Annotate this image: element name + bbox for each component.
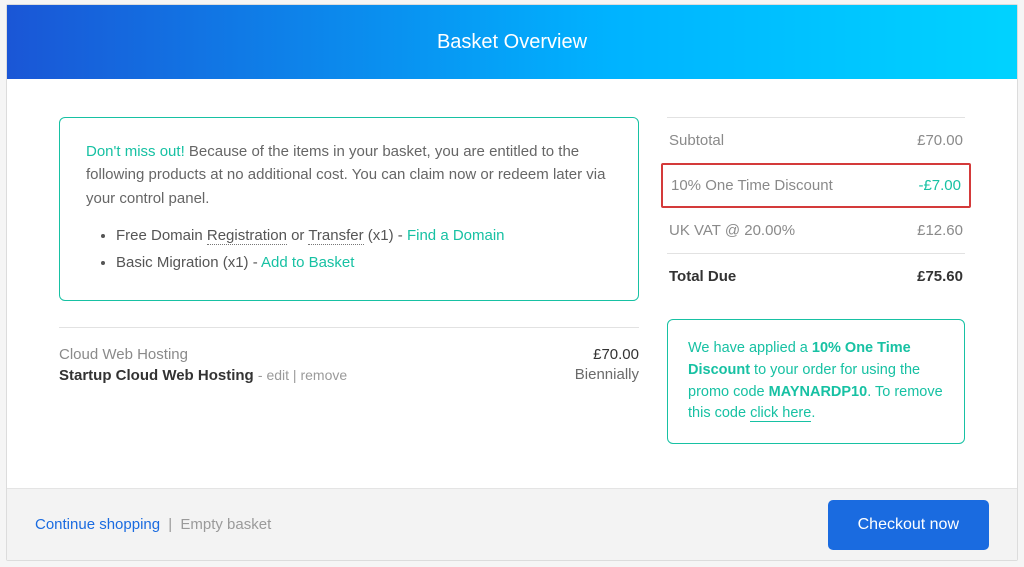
offer-item-domain: Free Domain Registration or Transfer (x1… xyxy=(116,224,612,247)
summary-value: £12.60 xyxy=(917,222,963,239)
offer-lead: Don't miss out! xyxy=(86,143,185,160)
summary-label: UK VAT @ 20.00% xyxy=(669,222,795,239)
basket-category: Cloud Web Hosting xyxy=(59,346,347,363)
summary-label: Total Due xyxy=(669,268,736,285)
entitlement-offer-box: Don't miss out! Because of the items in … xyxy=(59,117,639,301)
page-header: Basket Overview xyxy=(7,5,1017,79)
summary-discount-row: 10% One Time Discount -£7.00 xyxy=(661,163,971,208)
summary-subtotal-row: Subtotal £70.00 xyxy=(667,118,965,164)
promo-applied-box: We have applied a 10% One Time Discount … xyxy=(667,319,965,444)
summary-label: Subtotal xyxy=(669,132,724,149)
offer-list: Free Domain Registration or Transfer (x1… xyxy=(116,224,612,275)
remove-promo-link[interactable]: click here xyxy=(750,405,811,422)
promo-code: MAYNARDP10 xyxy=(769,384,868,400)
summary-value: £70.00 xyxy=(917,132,963,149)
order-summary: Subtotal £70.00 10% One Time Discount -£… xyxy=(667,117,965,299)
basket-item-price: £70.00 xyxy=(575,346,639,363)
registration-link[interactable]: Registration xyxy=(207,227,287,245)
summary-total-row: Total Due £75.60 xyxy=(667,254,965,299)
basket-product-name: Startup Cloud Web Hosting xyxy=(59,367,254,384)
summary-label: 10% One Time Discount xyxy=(671,177,833,194)
basket-item-row: Cloud Web Hosting Startup Cloud Web Host… xyxy=(59,327,639,384)
edit-item-link[interactable]: edit xyxy=(266,367,289,383)
transfer-link[interactable]: Transfer xyxy=(308,227,363,245)
summary-value: -£7.00 xyxy=(918,177,961,194)
offer-item-migration: Basic Migration (x1) - Add to Basket xyxy=(116,251,612,274)
add-to-basket-link[interactable]: Add to Basket xyxy=(261,254,354,271)
checkout-button[interactable]: Checkout now xyxy=(828,500,989,550)
summary-vat-row: UK VAT @ 20.00% £12.60 xyxy=(667,208,965,254)
remove-item-link[interactable]: remove xyxy=(300,367,347,383)
find-a-domain-link[interactable]: Find a Domain xyxy=(407,227,505,244)
empty-basket-link[interactable]: Empty basket xyxy=(180,516,271,533)
summary-value: £75.60 xyxy=(917,268,963,285)
footer-bar: Continue shopping | Empty basket Checkou… xyxy=(7,488,1017,560)
page-title: Basket Overview xyxy=(437,31,587,54)
continue-shopping-link[interactable]: Continue shopping xyxy=(35,516,160,533)
basket-item-period: Biennially xyxy=(575,366,639,383)
